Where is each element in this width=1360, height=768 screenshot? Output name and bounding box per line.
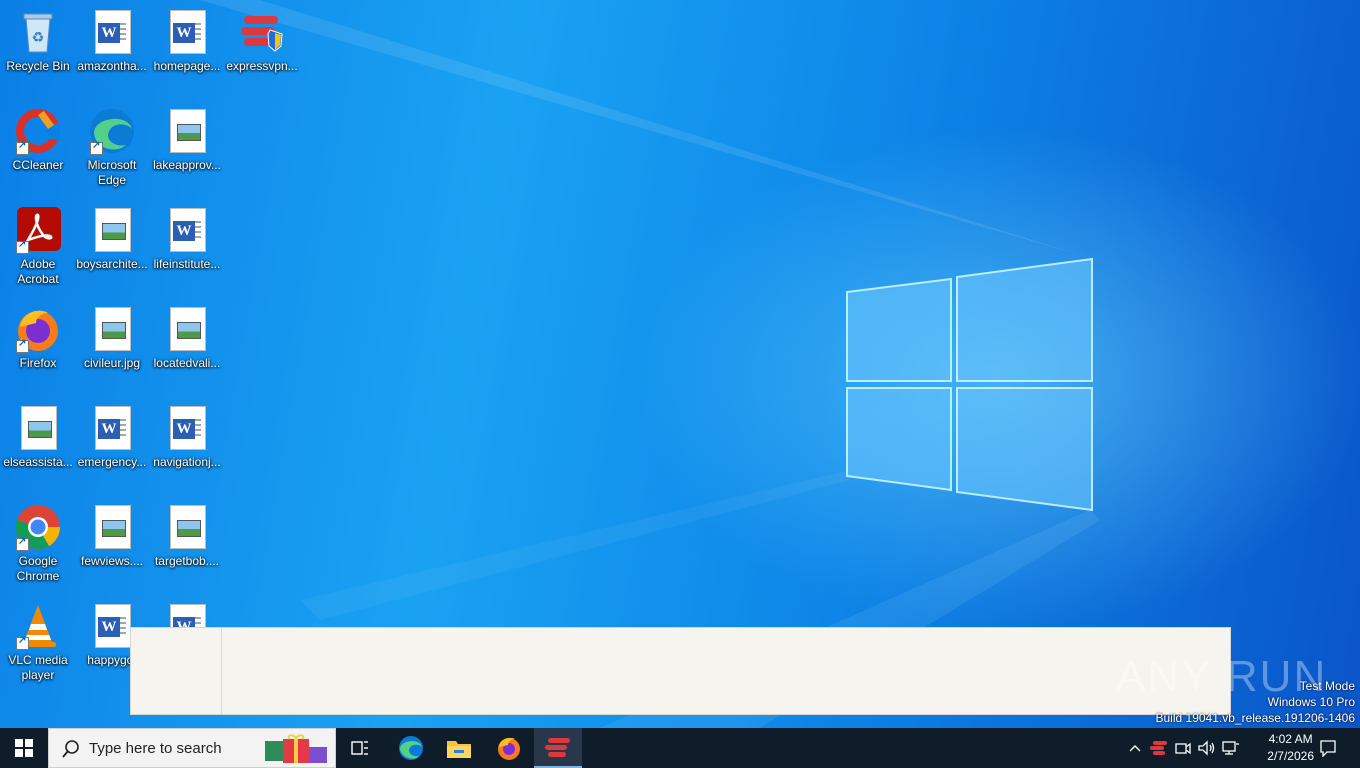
tray-volume[interactable] <box>1196 728 1218 768</box>
desktop-icon-ccleaner[interactable]: CCleaner <box>0 107 76 173</box>
word-document-icon: W <box>163 8 211 56</box>
adobe-acrobat-icon <box>14 206 62 254</box>
chevron-up-icon <box>1129 745 1141 752</box>
tray-expressvpn[interactable] <box>1148 728 1170 768</box>
icon-label: Adobe Acrobat <box>17 257 59 286</box>
camera-icon <box>1175 742 1191 755</box>
taskbar-search-box[interactable]: Type here to search <box>48 728 336 768</box>
icon-label: lifeinstitute... <box>153 257 221 271</box>
word-document-icon: W <box>88 404 136 452</box>
icon-label: elseassista... <box>3 455 73 469</box>
desktop-icon-image-file[interactable]: targetbob.... <box>149 503 225 569</box>
build-text: Build 19041.vb_release.191206-1406 <box>1155 711 1356 725</box>
test-mode-text: Test Mode <box>1299 679 1355 693</box>
icon-label: navigationj... <box>153 455 221 469</box>
taskbar-firefox-button[interactable] <box>485 728 533 768</box>
image-file-icon <box>88 503 136 551</box>
chrome-icon <box>14 503 62 551</box>
action-center-button[interactable] <box>1306 728 1350 768</box>
image-file-icon <box>88 305 136 353</box>
desktop-icon-image-file[interactable]: civileur.jpg <box>74 305 150 371</box>
icon-label: Firefox <box>19 356 57 370</box>
desktop-icon-adobe-acrobat[interactable]: Adobe Acrobat <box>0 206 76 287</box>
image-file-icon <box>163 107 211 155</box>
icon-label: amazontha... <box>77 59 147 73</box>
notification-icon <box>1320 740 1336 757</box>
expressvpn-icon <box>545 738 570 757</box>
expressvpn-icon <box>238 8 286 56</box>
desktop-icon-vlc[interactable]: VLC media player <box>0 602 76 683</box>
vlc-cone-icon <box>14 602 62 650</box>
desktop-icon-chrome[interactable]: Google Chrome <box>0 503 76 584</box>
desktop-icon-edge[interactable]: Microsoft Edge <box>74 107 150 188</box>
search-highlight-gifts-icon <box>265 734 327 763</box>
icon-label: Recycle Bin <box>6 59 70 73</box>
desktop-icon-image-file[interactable]: fewviews.... <box>74 503 150 569</box>
icon-label: locatedvali... <box>153 356 221 370</box>
icon-label: VLC media player <box>8 653 68 682</box>
desktop-icon-word-doc[interactable]: W homepage... <box>149 8 225 74</box>
word-document-icon: W <box>88 602 136 650</box>
word-document-icon: W <box>163 404 211 452</box>
edge-icon <box>88 107 136 155</box>
icon-label: boysarchite... <box>76 257 148 271</box>
desktop-icon-image-file[interactable]: elseassista... <box>0 404 76 470</box>
show-hidden-icons-button[interactable] <box>1124 728 1146 768</box>
desktop-icon-expressvpn[interactable]: expressvpn... <box>224 8 300 74</box>
desktop-icon-firefox[interactable]: Firefox <box>0 305 76 371</box>
panel-divider <box>221 628 222 714</box>
task-view-icon <box>351 741 368 755</box>
image-file-icon <box>88 206 136 254</box>
icon-label: CCleaner <box>12 158 64 172</box>
icon-label: Microsoft Edge <box>87 158 137 187</box>
desktop[interactable]: ♻ Recycle Bin W amazontha... W homepage.… <box>0 0 1360 728</box>
taskbar-file-explorer-button[interactable] <box>435 728 483 768</box>
icon-label: targetbob.... <box>154 554 220 568</box>
firefox-icon <box>498 737 520 760</box>
desktop-icon-word-doc[interactable]: W lifeinstitute... <box>149 206 225 272</box>
desktop-icon-recycle-bin[interactable]: ♻ Recycle Bin <box>0 8 76 74</box>
desktop-icon-word-doc[interactable]: W emergency... <box>74 404 150 470</box>
image-file-icon <box>14 404 62 452</box>
icon-label: Google Chrome <box>16 554 60 583</box>
icon-label: expressvpn... <box>226 59 298 73</box>
svg-text:♻: ♻ <box>32 29 45 45</box>
folder-icon <box>447 741 471 758</box>
blank-window-panel[interactable] <box>130 627 1231 715</box>
image-file-icon <box>163 503 211 551</box>
expressvpn-tray-icon <box>1150 741 1167 755</box>
word-document-icon: W <box>163 206 211 254</box>
taskbar-edge-button[interactable] <box>387 728 435 768</box>
windows-start-icon <box>15 739 33 757</box>
icon-label: emergency... <box>77 455 147 469</box>
search-icon <box>62 740 79 758</box>
task-view-button[interactable] <box>336 728 384 768</box>
desktop-icon-image-file[interactable]: locatedvali... <box>149 305 225 371</box>
taskbar-expressvpn-button[interactable] <box>534 728 582 768</box>
icon-label: civileur.jpg <box>83 356 141 370</box>
search-placeholder: Type here to search <box>89 740 222 757</box>
windows-edition-text: Windows 10 Pro <box>1267 695 1355 709</box>
desktop-icon-word-doc[interactable]: W amazontha... <box>74 8 150 74</box>
icon-label: homepage... <box>153 59 221 73</box>
recycle-bin-icon: ♻ <box>14 8 62 56</box>
word-document-icon: W <box>88 8 136 56</box>
start-button[interactable] <box>0 728 48 768</box>
edge-icon <box>399 736 423 760</box>
desktop-icon-word-doc[interactable]: W navigationj... <box>149 404 225 470</box>
icon-label: lakeapprov... <box>153 158 221 172</box>
desktop-icon-image-file[interactable]: boysarchite... <box>74 206 150 272</box>
network-icon <box>1222 741 1239 755</box>
windows-build-watermark: Test Mode Windows 10 Pro Build 19041.vb_… <box>1156 678 1356 726</box>
ccleaner-icon <box>14 107 62 155</box>
tray-network[interactable] <box>1220 728 1242 768</box>
taskbar: Type here to search 4:02 AM 2/7/2026 <box>0 728 1360 768</box>
image-file-icon <box>163 305 211 353</box>
desktop-icon-image-file[interactable]: lakeapprov... <box>149 107 225 173</box>
firefox-icon <box>14 305 62 353</box>
tray-meet-now[interactable] <box>1172 728 1194 768</box>
speaker-icon <box>1198 740 1215 756</box>
icon-label: fewviews.... <box>80 554 143 568</box>
